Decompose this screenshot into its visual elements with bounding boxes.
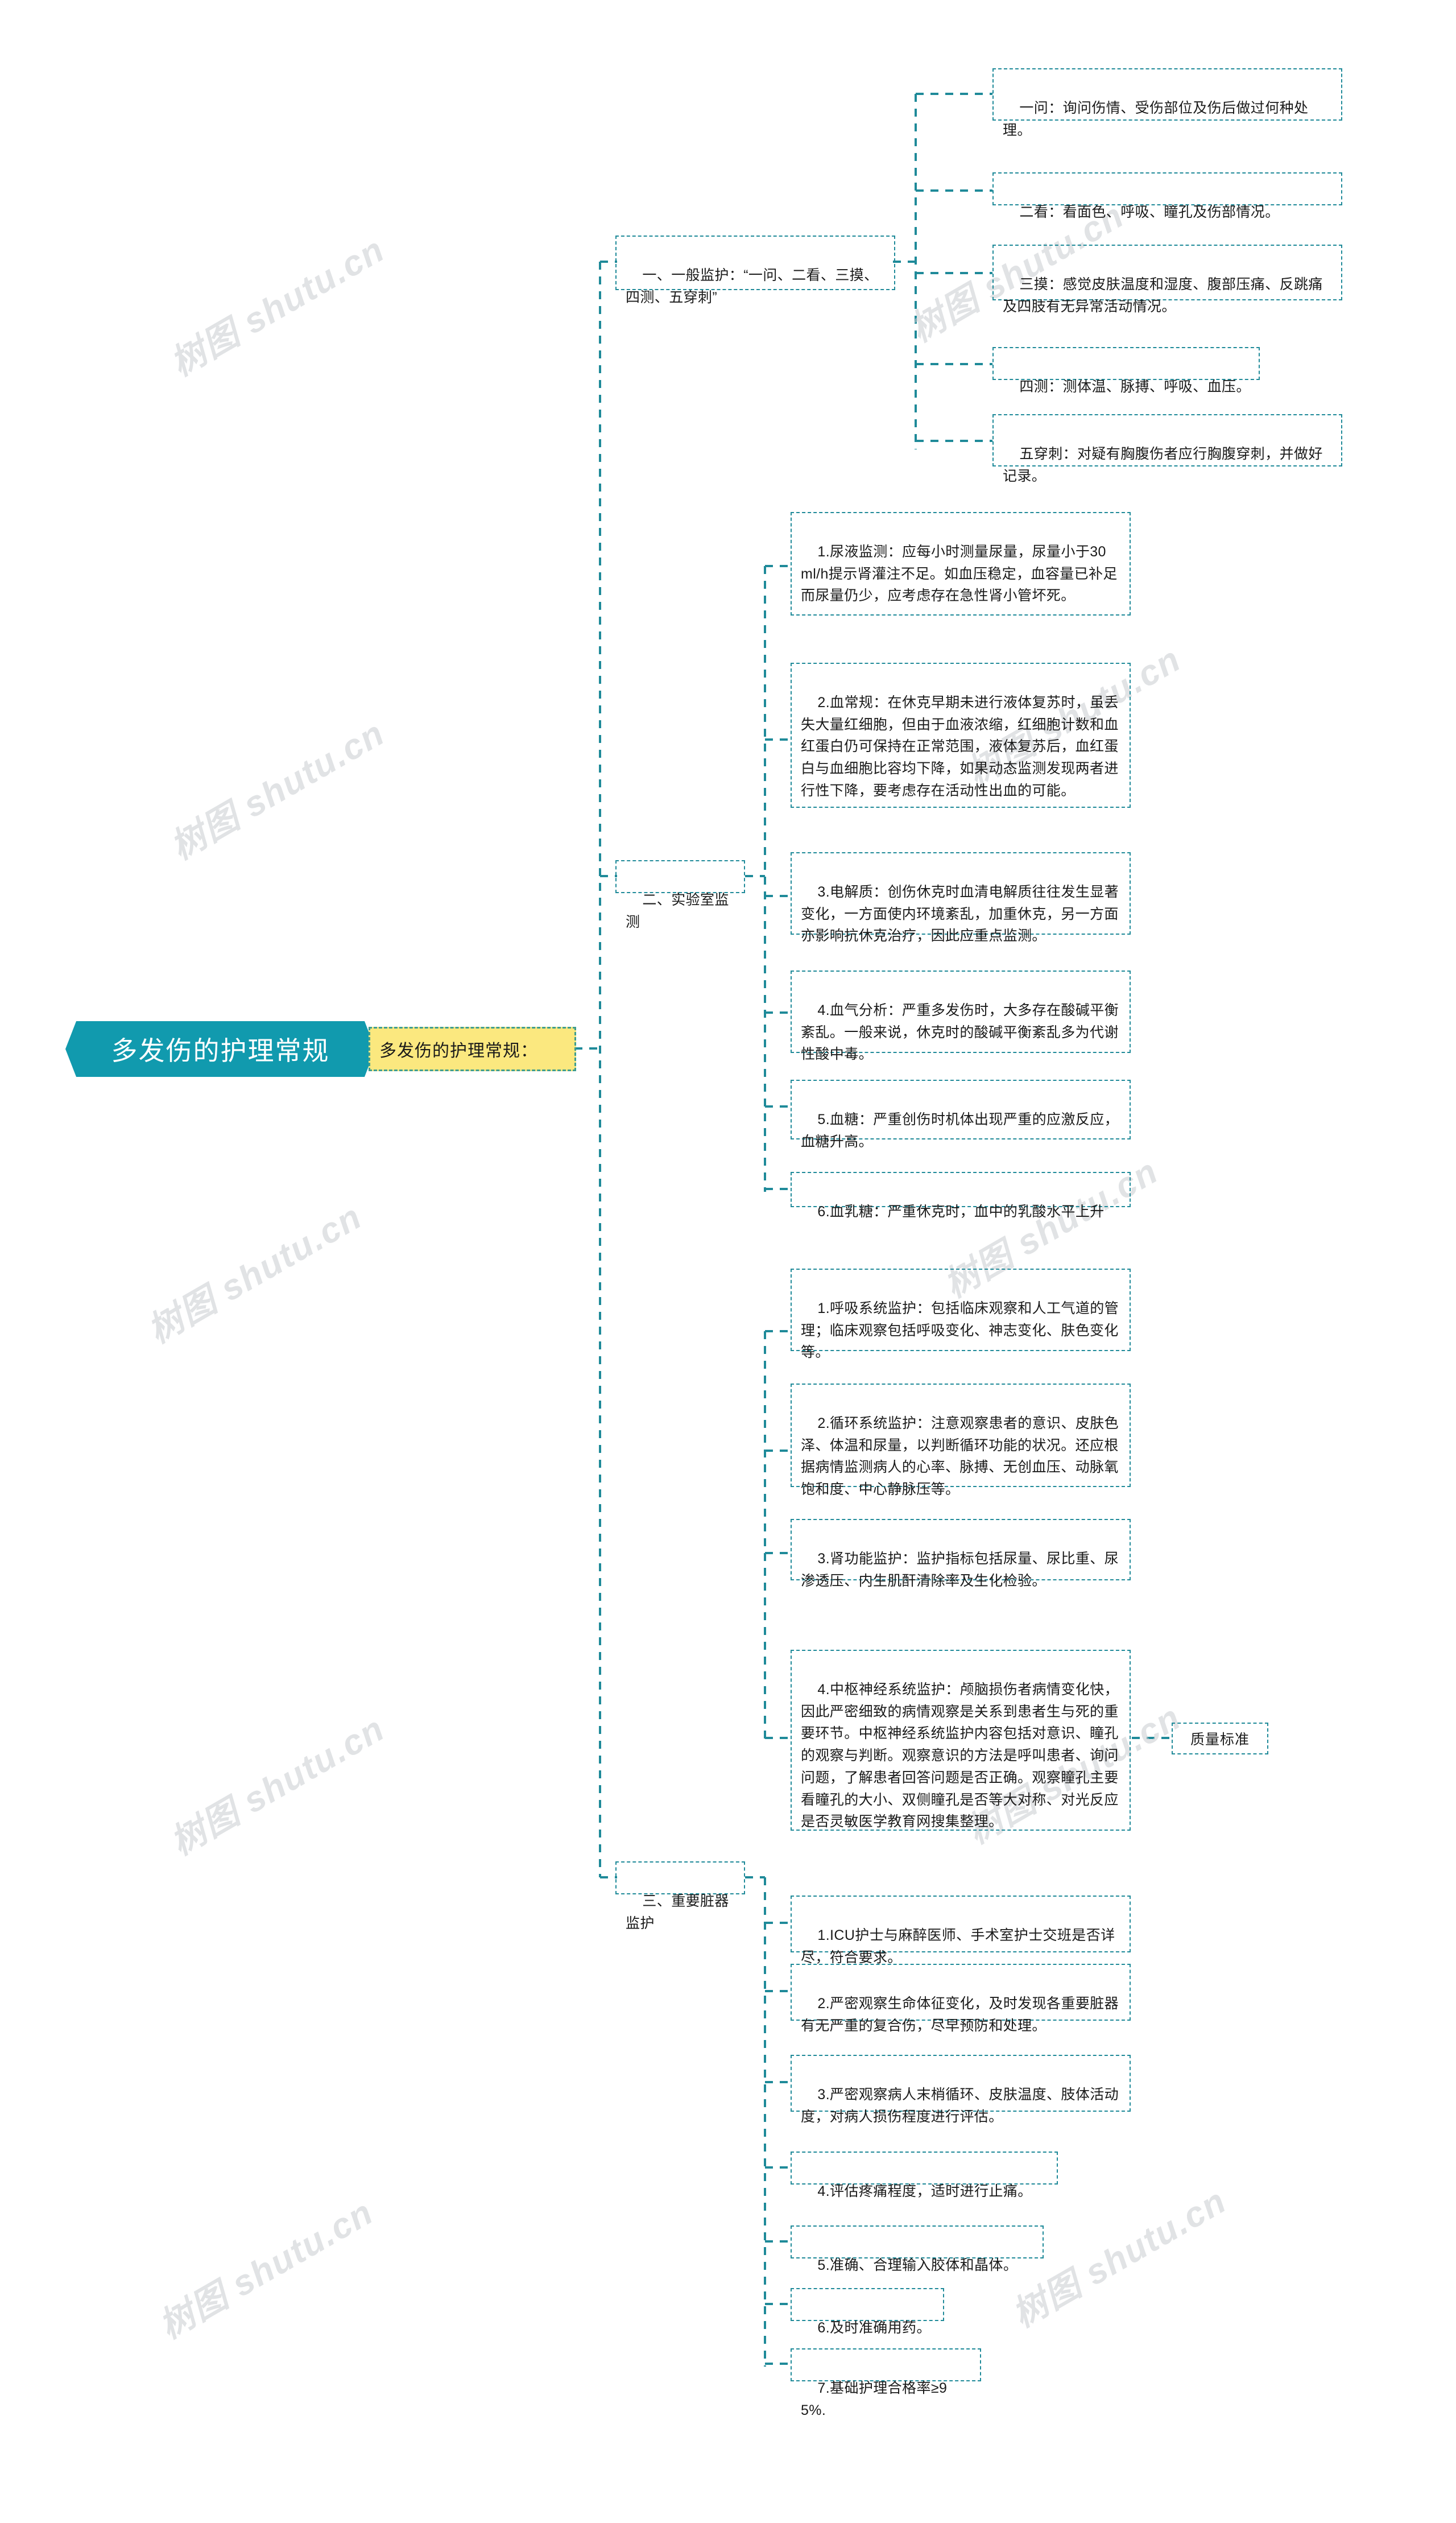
leaf-label: 3.严密观察病人末梢循环、皮肤温度、肢体活动度，对病人损伤程度进行评估。 — [801, 2086, 1119, 2125]
watermark: 树图 shutu.cn — [164, 1708, 392, 1863]
topic-node-label: 多发伤的护理常规： — [379, 1042, 538, 1060]
leaf-node[interactable]: 6.血乳糖：严重休克时，血中的乳酸水平上升 — [791, 1172, 1131, 1220]
leaf-node[interactable]: 5.准确、合理输入胶体和晶体。 — [791, 2225, 1044, 2273]
root-node-label: 多发伤的护理常规 — [111, 1036, 330, 1066]
branch-node-lab-monitoring[interactable]: 二、实验室监测 — [615, 860, 745, 930]
leaf-node[interactable]: 2.循环系统监护：注意观察患者的意识、皮肤色泽、体温和尿量，以判断循环功能的状况… — [791, 1384, 1131, 1497]
leaf-label: 3.肾功能监护：监护指标包括尿量、尿比重、尿渗透压、内生肌酐清除率及生化检验。 — [801, 1550, 1119, 1589]
leaf-label: 6.及时准确用药。 — [817, 2319, 931, 2336]
leaf-label: 2.循环系统监护：注意观察患者的意识、皮肤色泽、体温和尿量，以判断循环功能的状况… — [801, 1415, 1119, 1497]
leaf-node[interactable]: 6.及时准确用药。 — [791, 2288, 944, 2336]
quality-standard-node[interactable]: 质量标准 — [1172, 1723, 1268, 1754]
leaf-label: 2.严密观察生命体征变化，及时发现各重要脏器有无严重的复合伤，尽早预防和处理。 — [801, 1995, 1119, 2034]
leaf-node[interactable]: 4.评估疼痛程度，适时进行止痛。 — [791, 2152, 1058, 2199]
leaf-node[interactable]: 五穿刺：对疑有胸腹伤者应行胸腹穿刺，并做好记录。 — [992, 414, 1342, 484]
watermark: 树图 shutu.cn — [164, 229, 392, 384]
leaf-label: 三摸：感觉皮肤温度和湿度、腹部压痛、反跳痛及四肢有无异常活动情况。 — [1003, 276, 1323, 315]
topic-node[interactable]: 多发伤的护理常规： — [369, 1027, 576, 1071]
leaf-node[interactable]: 3.电解质：创伤休克时血清电解质往往发生显著变化，一方面使内环境紊乱，加重休克，… — [791, 852, 1131, 944]
leaf-node[interactable]: 4.中枢神经系统监护：颅脑损伤者病情变化快，因此严密细致的病情观察是关系到患者生… — [791, 1650, 1131, 1831]
watermark: 树图 shutu.cn — [164, 713, 392, 868]
leaf-node[interactable]: 3.肾功能监护：监护指标包括尿量、尿比重、尿渗透压、内生肌酐清除率及生化检验。 — [791, 1519, 1131, 1589]
leaf-node[interactable]: 7.基础护理合格率≥95%. — [791, 2348, 981, 2418]
leaf-label: 3.电解质：创伤休克时血清电解质往往发生显著变化，一方面使内环境紊乱，加重休克，… — [801, 883, 1119, 944]
leaf-label: 1.呼吸系统监护：包括临床观察和人工气道的管理；临床观察包括呼吸变化、神志变化、… — [801, 1300, 1119, 1361]
leaf-label: 一问：询问伤情、受伤部位及伤后做过何种处理。 — [1003, 100, 1309, 138]
leaf-node[interactable]: 三摸：感觉皮肤温度和湿度、腹部压痛、反跳痛及四肢有无异常活动情况。 — [992, 245, 1342, 315]
leaf-node[interactable]: 四测：测体温、脉搏、呼吸、血压。 — [992, 347, 1260, 395]
branch-node-general-monitoring[interactable]: 一、一般监护：“一问、二看、三摸、四测、五穿刺” — [615, 236, 895, 305]
leaf-label: 4.血气分析：严重多发伤时，大多存在酸碱平衡紊乱。一般来说，休克时的酸碱平衡紊乱… — [801, 1002, 1119, 1063]
leaf-label: 四测：测体温、脉搏、呼吸、血压。 — [1019, 378, 1251, 395]
leaf-label: 5.准确、合理输入胶体和晶体。 — [817, 2257, 1018, 2273]
leaf-label: 7.基础护理合格率≥95%. — [801, 2380, 948, 2418]
leaf-label: 1.尿液监测：应每小时测量尿量，尿量小于30 ml/h提示肾灌注不足。如血压稳定… — [801, 543, 1118, 604]
leaf-label: 二看：看面色、呼吸、瞳孔及伤部情况。 — [1019, 204, 1280, 220]
leaf-node[interactable]: 3.严密观察病人末梢循环、皮肤温度、肢体活动度，对病人损伤程度进行评估。 — [791, 2055, 1131, 2125]
leaf-label: 4.中枢神经系统监护：颅脑损伤者病情变化快，因此严密细致的病情观察是关系到患者生… — [801, 1681, 1119, 1830]
leaf-node[interactable]: 二看：看面色、呼吸、瞳孔及伤部情况。 — [992, 172, 1342, 220]
leaf-node[interactable]: 2.严密观察生命体征变化，及时发现各重要脏器有无严重的复合伤，尽早预防和处理。 — [791, 1964, 1131, 2034]
leaf-node[interactable]: 2.血常规：在休克早期未进行液体复苏时，虽丢失大量红细胞，但由于血液浓缩，红细胞… — [791, 663, 1131, 808]
leaf-label: 6.血乳糖：严重休克时，血中的乳酸水平上升 — [817, 1203, 1105, 1220]
leaf-node[interactable]: 1.呼吸系统监护：包括临床观察和人工气道的管理；临床观察包括呼吸变化、神志变化、… — [791, 1269, 1131, 1360]
leaf-label: 5.血糖：严重创伤时机体出现严重的应激反应，血糖升高。 — [801, 1111, 1119, 1150]
branch-label: 三、重要脏器监护 — [626, 1893, 729, 1931]
branch-label: 一、一般监护：“一问、二看、三摸、四测、五穿刺” — [626, 267, 879, 305]
watermark: 树图 shutu.cn — [141, 1196, 369, 1351]
leaf-label: 2.血常规：在休克早期未进行液体复苏时，虽丢失大量红细胞，但由于血液浓缩，红细胞… — [801, 694, 1119, 799]
branch-node-organ-monitoring[interactable]: 三、重要脏器监护 — [615, 1861, 745, 1931]
leaf-node[interactable]: 4.血气分析：严重多发伤时，大多存在酸碱平衡紊乱。一般来说，休克时的酸碱平衡紊乱… — [791, 971, 1131, 1062]
watermark: 树图 shutu.cn — [152, 2192, 380, 2347]
leaf-label: 4.评估疼痛程度，适时进行止痛。 — [817, 2183, 1032, 2199]
root-node[interactable]: 多发伤的护理常规 — [65, 1021, 375, 1077]
quality-standard-label: 质量标准 — [1190, 1732, 1250, 1748]
leaf-label: 1.ICU护士与麻醉医师、手术室护士交班是否详尽，符合要求。 — [801, 1927, 1115, 1965]
leaf-node[interactable]: 一问：询问伤情、受伤部位及伤后做过何种处理。 — [992, 68, 1342, 138]
branch-label: 二、实验室监测 — [626, 891, 729, 930]
leaf-node[interactable]: 1.尿液监测：应每小时测量尿量，尿量小于30 ml/h提示肾灌注不足。如血压稳定… — [791, 512, 1131, 616]
leaf-label: 五穿刺：对疑有胸腹伤者应行胸腹穿刺，并做好记录。 — [1003, 445, 1323, 484]
leaf-node[interactable]: 1.ICU护士与麻醉医师、手术室护士交班是否详尽，符合要求。 — [791, 1896, 1131, 1965]
leaf-node[interactable]: 5.血糖：严重创伤时机体出现严重的应激反应，血糖升高。 — [791, 1080, 1131, 1150]
